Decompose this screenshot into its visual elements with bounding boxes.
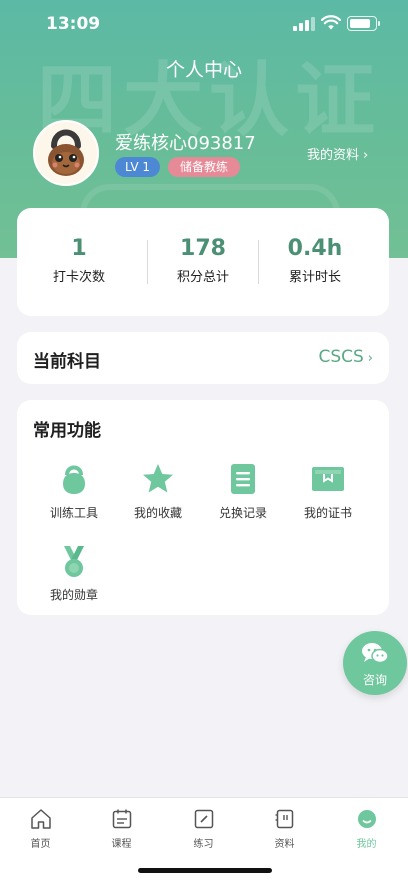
func-redeem-records[interactable]: 兑换记录 xyxy=(202,462,284,521)
stats-card: 1 打卡次数 178 积分总计 0.4h 累计时长 xyxy=(17,208,389,316)
consult-button[interactable]: 咨询 xyxy=(343,631,407,695)
status-bar: 13:09 xyxy=(0,0,408,50)
current-subject-label: 当前科目 xyxy=(33,352,101,372)
tab-label: 课程 xyxy=(111,839,132,850)
role-badge: 储备教练 xyxy=(168,157,240,177)
tab-label: 资料 xyxy=(274,839,295,850)
my-profile-link[interactable]: 我的资料 › xyxy=(307,144,368,163)
tab-label: 练习 xyxy=(193,839,214,850)
func-certificates[interactable]: 我的证书 xyxy=(287,462,369,521)
func-label: 训练工具 xyxy=(49,506,98,520)
wechat-icon xyxy=(362,643,389,664)
tab-label: 首页 xyxy=(30,839,51,850)
chevron-right-icon: › xyxy=(363,148,369,163)
tab-materials[interactable]: 资料 xyxy=(244,808,325,850)
materials-icon xyxy=(275,809,293,829)
level-badge: LV 1 xyxy=(115,157,160,177)
battery-icon xyxy=(347,16,380,31)
certificate-icon xyxy=(312,467,344,491)
subject-name: CSCS xyxy=(318,347,364,367)
home-indicator xyxy=(138,868,272,873)
practice-icon xyxy=(194,809,213,829)
page-title: 个人中心 xyxy=(165,59,242,81)
stat-duration[interactable]: 0.4h 累计时长 xyxy=(253,208,377,285)
tab-practice[interactable]: 练习 xyxy=(163,808,244,850)
tab-courses[interactable]: 课程 xyxy=(81,808,162,850)
tab-home[interactable]: 首页 xyxy=(0,808,81,850)
my-profile-label: 我的资料 xyxy=(307,148,360,163)
func-medals[interactable]: 我的勋章 xyxy=(33,544,115,603)
func-training-tools[interactable]: 训练工具 xyxy=(33,462,115,521)
func-label: 我的证书 xyxy=(303,506,352,520)
profile-icon xyxy=(357,810,376,828)
username: 爱练核心093817 xyxy=(115,133,256,154)
func-label: 兑换记录 xyxy=(218,506,267,520)
kettlebell-mascot-icon xyxy=(48,129,84,176)
avatar[interactable] xyxy=(33,120,99,186)
wifi-icon xyxy=(321,15,341,30)
kettlebell-icon xyxy=(63,465,85,494)
course-icon xyxy=(112,809,131,829)
medal-icon xyxy=(64,546,84,577)
home-icon xyxy=(30,809,51,829)
chevron-right-icon: › xyxy=(367,351,373,366)
current-subject-value: CSCS › xyxy=(318,347,373,367)
func-label: 我的收藏 xyxy=(133,506,182,520)
stat-label: 累计时长 xyxy=(288,270,341,285)
cellular-signal-icon xyxy=(293,17,315,31)
tab-profile[interactable]: 我的 xyxy=(326,808,407,850)
stat-value: 1 xyxy=(71,236,87,261)
stat-value: 0.4h xyxy=(287,236,343,261)
stat-checkins[interactable]: 1 打卡次数 xyxy=(17,208,141,285)
stat-value: 178 xyxy=(180,236,226,261)
stat-label: 打卡次数 xyxy=(52,270,105,285)
common-functions-title: 常用功能 xyxy=(33,421,101,441)
list-icon xyxy=(231,464,255,494)
current-subject-row[interactable]: 当前科目 CSCS › xyxy=(17,332,389,384)
stat-label: 积分总计 xyxy=(176,270,229,285)
star-icon xyxy=(143,464,173,493)
tab-label: 我的 xyxy=(356,839,377,850)
func-favorites[interactable]: 我的收藏 xyxy=(117,462,199,521)
func-label: 我的勋章 xyxy=(49,588,98,602)
status-time: 13:09 xyxy=(46,14,101,34)
common-functions-card: 常用功能 训练工具 我的收藏 兑换记录 我的证书 我的勋章 xyxy=(17,400,389,615)
consult-label: 咨询 xyxy=(362,673,387,687)
stat-points[interactable]: 178 积分总计 xyxy=(141,208,265,285)
